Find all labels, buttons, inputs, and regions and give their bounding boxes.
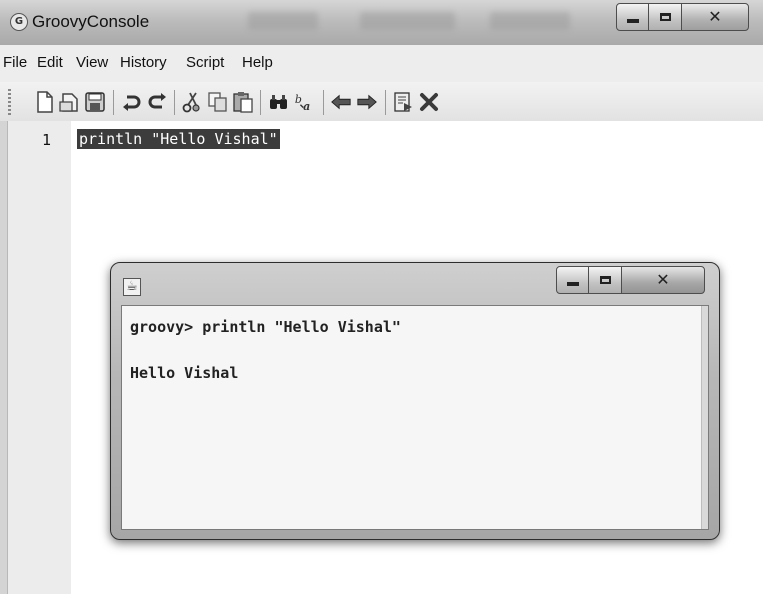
title-bar[interactable]: G GroovyConsole ✕ <box>0 0 763 45</box>
maximize-icon <box>599 276 611 284</box>
menu-edit[interactable]: Edit <box>37 54 63 71</box>
toolbar: b a <box>0 82 763 121</box>
blurred-background-tab <box>248 12 318 30</box>
open-icon <box>59 93 78 112</box>
undo-button[interactable] <box>121 91 143 113</box>
copy-button[interactable] <box>207 91 229 113</box>
toolbar-separator <box>323 90 324 115</box>
save-button[interactable] <box>84 91 106 113</box>
cut-button[interactable] <box>181 91 203 113</box>
paste-icon <box>233 92 253 113</box>
replace-button[interactable]: b a <box>294 91 316 113</box>
undo-icon <box>123 95 141 111</box>
close-icon: ✕ <box>656 270 670 289</box>
line-number-gutter <box>8 121 71 594</box>
dialog-minimize-button[interactable] <box>556 266 589 294</box>
output-panel[interactable]: groovy> println "Hello Vishal" Hello Vis… <box>121 305 709 530</box>
paste-button[interactable] <box>232 91 254 113</box>
open-button[interactable] <box>59 91 81 113</box>
java-icon: ☕ <box>123 278 141 296</box>
clear-output-icon <box>420 93 438 111</box>
previous-history-icon <box>331 94 351 110</box>
menu-help[interactable]: Help <box>242 54 273 71</box>
menu-bar: File Edit View History Script Help <box>0 45 763 83</box>
previous-history-button[interactable] <box>330 91 352 113</box>
blurred-background-tab <box>490 12 570 30</box>
redo-button[interactable] <box>146 91 168 113</box>
toolbar-grip[interactable] <box>8 89 11 115</box>
find-icon <box>270 95 287 109</box>
find-button[interactable] <box>268 91 290 113</box>
svg-text:b: b <box>295 93 302 106</box>
svg-text:a: a <box>303 100 310 113</box>
toolbar-separator <box>385 90 386 115</box>
minimize-icon <box>566 282 579 286</box>
toolbar-separator <box>174 90 175 115</box>
window-title: GroovyConsole <box>32 12 150 31</box>
dialog-close-button[interactable]: ✕ <box>621 266 705 294</box>
menu-view[interactable]: View <box>76 54 108 71</box>
menu-script[interactable]: Script <box>186 54 224 71</box>
clear-output-button[interactable] <box>418 91 440 113</box>
dialog-maximize-button[interactable] <box>588 266 622 294</box>
editor-left-border <box>0 121 8 594</box>
line-number: 1 <box>42 131 52 149</box>
toolbar-separator <box>113 90 114 115</box>
output-dialog[interactable]: ☕ ✕ groovy> println "Hello Vishal" Hello… <box>110 262 720 540</box>
new-file-icon <box>37 91 53 113</box>
replace-icon: b a <box>295 93 310 113</box>
save-icon <box>85 92 105 112</box>
run-script-icon <box>394 92 412 112</box>
code-line-selected[interactable]: println "Hello Vishal" <box>77 129 280 149</box>
close-button[interactable]: ✕ <box>681 3 749 31</box>
minimize-icon <box>626 19 639 23</box>
cut-icon <box>182 92 200 113</box>
run-script-button[interactable] <box>392 91 414 113</box>
redo-icon <box>148 93 166 109</box>
menu-history[interactable]: History <box>120 54 167 71</box>
close-icon: ✕ <box>708 7 722 26</box>
next-history-icon <box>357 94 377 110</box>
groovy-app-icon: G <box>10 13 28 31</box>
maximize-icon <box>659 13 671 21</box>
toolbar-separator <box>260 90 261 115</box>
next-history-button[interactable] <box>356 91 378 113</box>
blurred-background-tab <box>360 12 455 30</box>
output-result-line: Hello Vishal <box>130 364 239 382</box>
menu-file[interactable]: File <box>3 54 27 71</box>
new-file-button[interactable] <box>34 91 56 113</box>
output-command-line: groovy> println "Hello Vishal" <box>130 318 401 336</box>
copy-icon <box>208 92 227 112</box>
maximize-button[interactable] <box>648 3 682 31</box>
minimize-button[interactable] <box>616 3 649 31</box>
output-scrollbar[interactable] <box>701 306 708 529</box>
